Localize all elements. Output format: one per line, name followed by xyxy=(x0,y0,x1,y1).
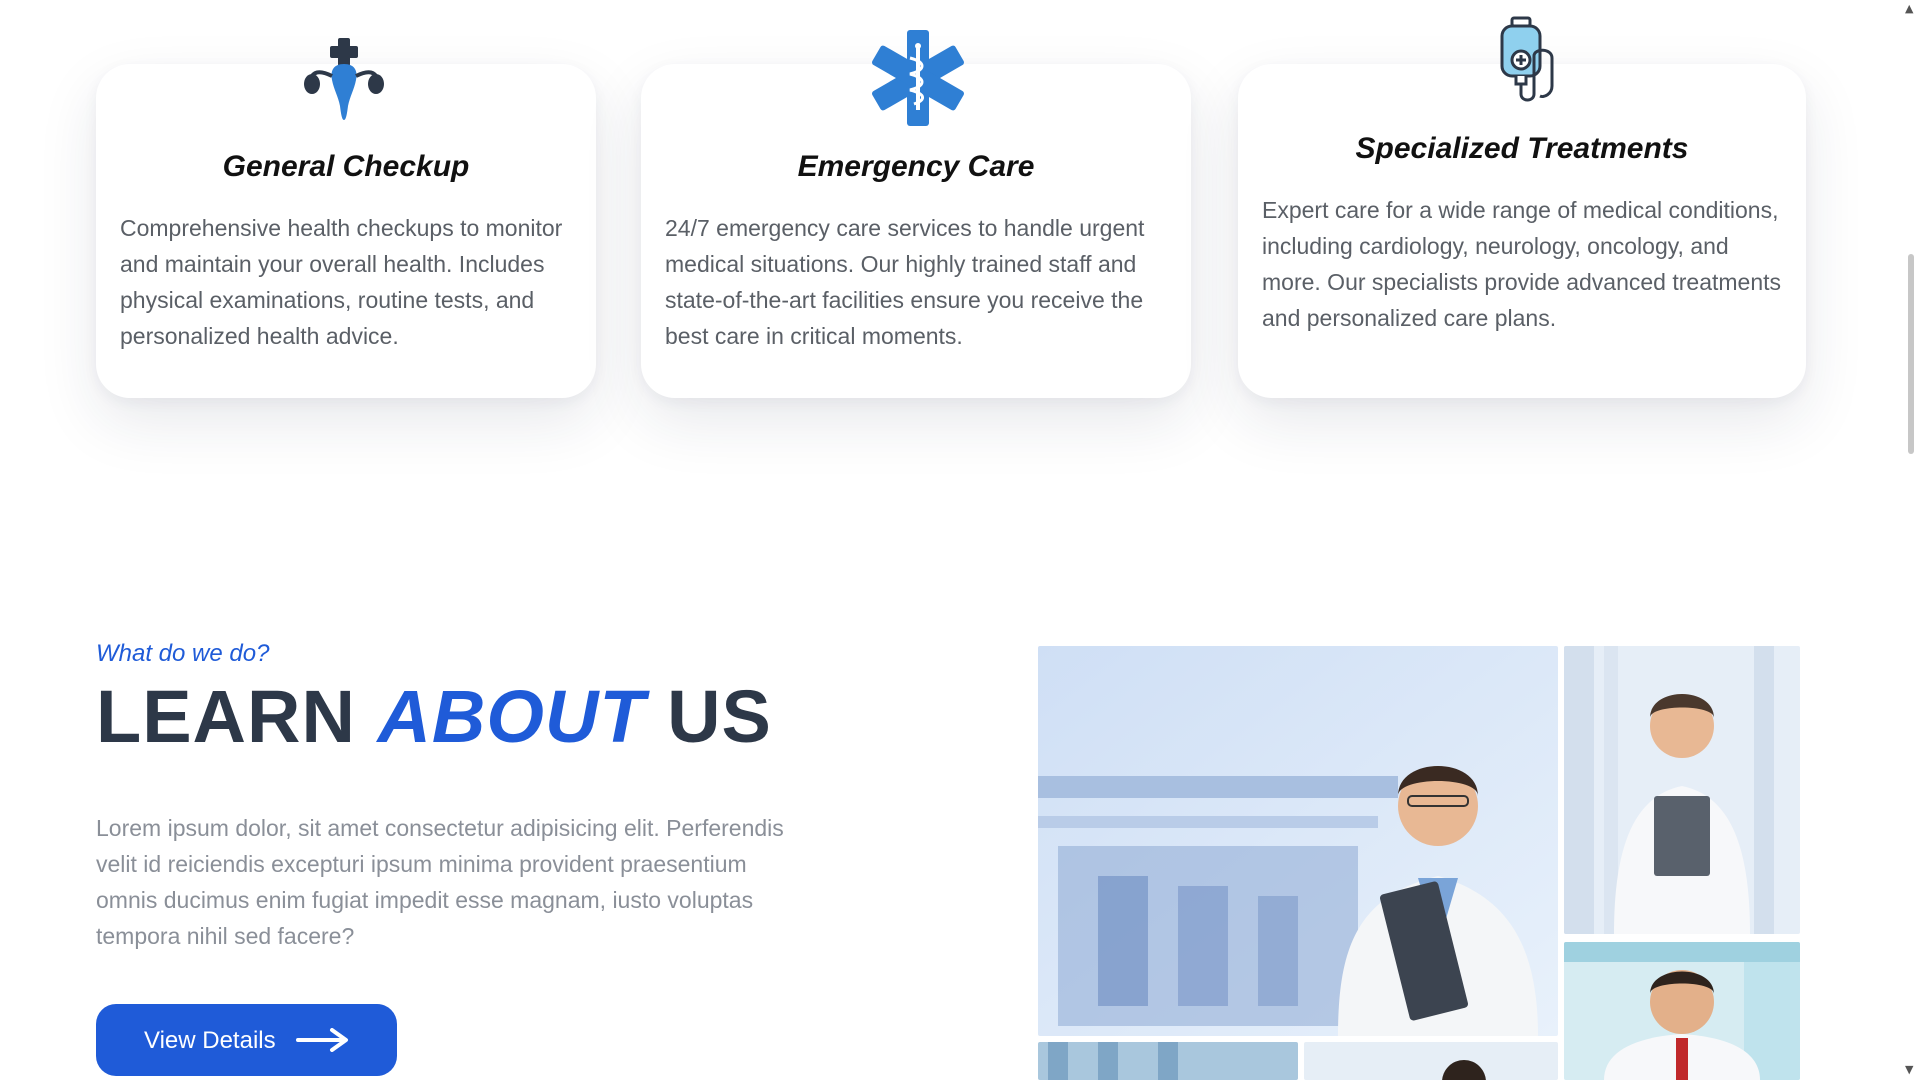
view-details-button[interactable]: View Details xyxy=(96,1004,397,1076)
service-card-specialized-treatments: Specialized Treatments Expert care for a… xyxy=(1238,64,1806,398)
doctor-photo-large xyxy=(1038,646,1558,1036)
hospital-photo xyxy=(1038,1042,1298,1080)
service-card-description: Expert care for a wide range of medical … xyxy=(1262,197,1782,331)
service-card-description: 24/7 emergency care services to handle u… xyxy=(665,215,1145,349)
doctor-photo-small xyxy=(1304,1042,1558,1080)
arrow-right-icon xyxy=(296,1028,348,1052)
heading-accent-word: ABOUT xyxy=(377,675,646,758)
about-paragraph: Lorem ipsum dolor, sit amet consectetur … xyxy=(96,815,784,949)
service-card-title: General Checkup xyxy=(222,150,470,183)
service-card-title: Emergency Care xyxy=(797,150,1035,183)
service-card-title: Specialized Treatments xyxy=(1355,132,1689,165)
doctor-photo-small xyxy=(1564,942,1800,1080)
doctor-photo-small xyxy=(1564,646,1800,934)
section-eyebrow: What do we do? xyxy=(96,640,270,667)
page-title: LEARN ABOUT US xyxy=(96,674,772,759)
star-of-life-icon xyxy=(872,30,964,126)
heading-word: LEARN xyxy=(96,675,356,758)
scroll-down-icon[interactable]: ▼ xyxy=(1905,1063,1913,1076)
page-scrollbar[interactable]: ▲ ▼ xyxy=(1902,0,1920,1080)
scroll-up-icon[interactable]: ▲ xyxy=(1905,2,1913,15)
doctor-photo-collage xyxy=(1038,646,1800,1080)
service-card-description: Comprehensive health checkups to monitor… xyxy=(120,215,563,349)
button-label: View Details xyxy=(144,1027,276,1054)
scrollbar-thumb[interactable] xyxy=(1908,254,1914,454)
heading-word: US xyxy=(667,675,772,758)
uterus-cross-icon xyxy=(304,38,384,120)
iv-drip-bag-icon xyxy=(1500,16,1554,102)
